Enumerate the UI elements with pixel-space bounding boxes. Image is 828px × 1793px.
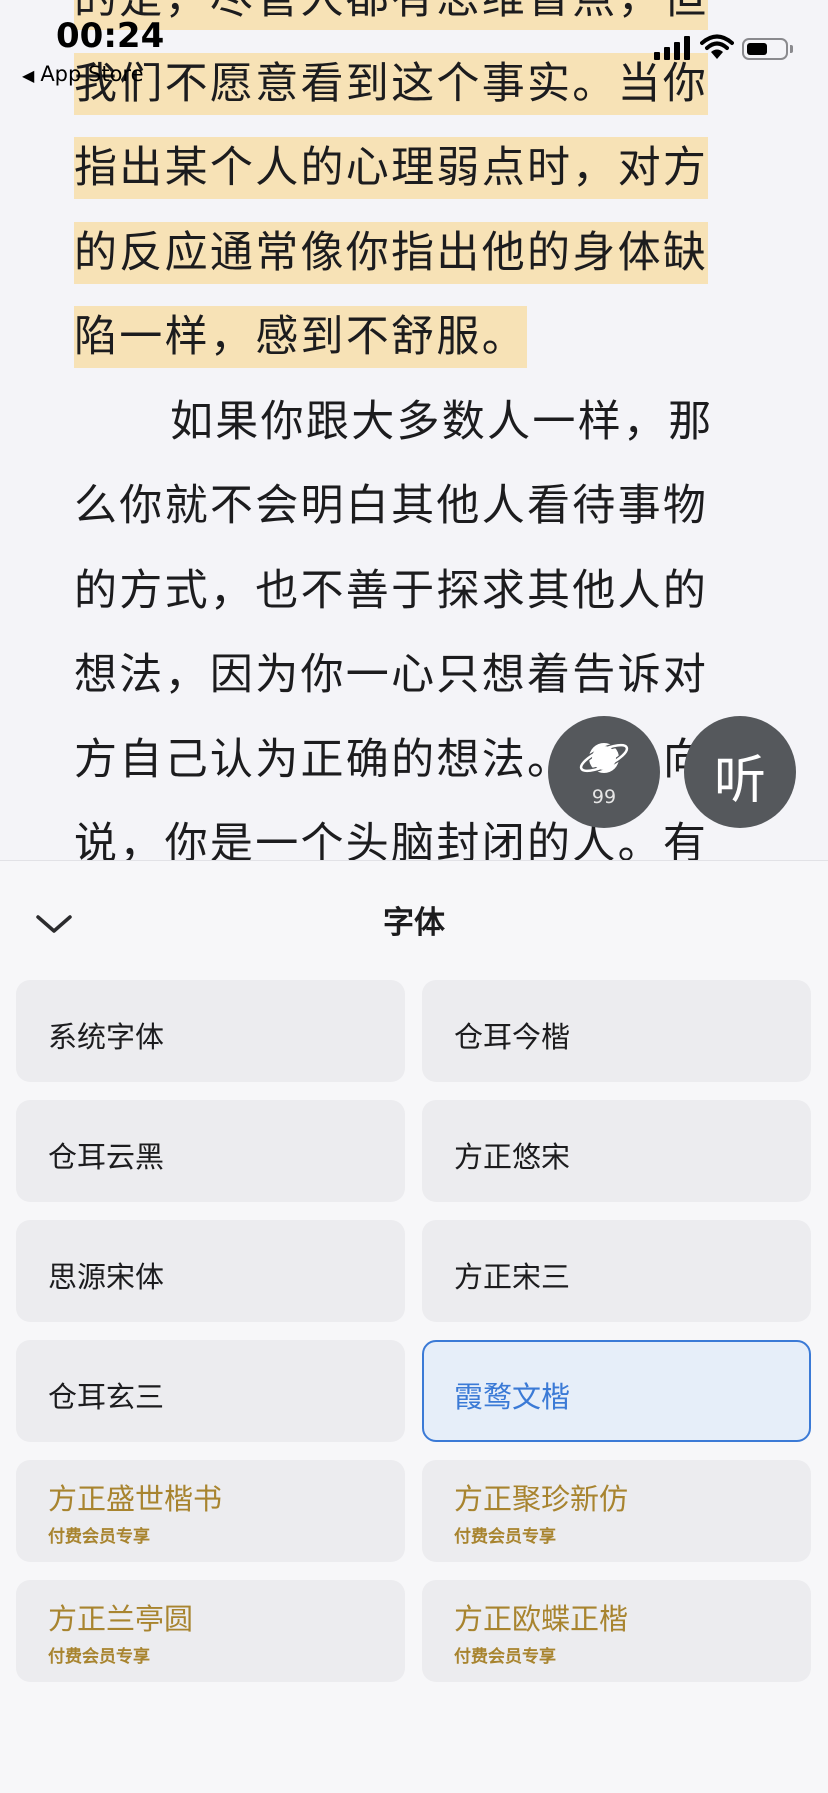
premium-badge: 付费会员专享 — [454, 1527, 556, 1547]
status-bar: 00:24 ◀ App Store — [0, 0, 828, 92]
text-line: 想法，因为你一心只想着告诉对 — [74, 650, 709, 700]
premium-font-option[interactable]: 方正盛世楷书 付费会员专享 — [16, 1460, 405, 1562]
font-name: 思源宋体 — [48, 1260, 165, 1294]
font-name: 霞鹜文楷 — [454, 1380, 571, 1414]
font-name: 方正盛世楷书 — [48, 1482, 223, 1516]
planet-button[interactable]: 99 — [548, 716, 660, 828]
font-option[interactable]: 方正宋三 — [422, 1220, 811, 1322]
panel-title: 字体 — [383, 905, 445, 941]
font-name: 方正悠宋 — [454, 1140, 571, 1174]
font-option[interactable]: 方正悠宋 — [422, 1100, 811, 1202]
planet-count: 99 — [591, 786, 617, 808]
text-line: 么你就不会明白其他人看待事物 — [74, 481, 709, 531]
font-name: 方正兰亭圆 — [48, 1602, 194, 1636]
font-name: 仓耳玄三 — [48, 1380, 165, 1414]
premium-badge: 付费会员专享 — [454, 1647, 556, 1667]
font-name: 仓耳云黑 — [48, 1140, 165, 1174]
text-line: 说，你是一个头脑封闭的人。有 — [74, 819, 709, 860]
premium-badge: 付费会员专享 — [48, 1647, 150, 1667]
font-option[interactable]: 仓耳今楷 — [422, 980, 811, 1082]
planet-icon — [578, 742, 630, 774]
font-option-selected[interactable]: 霞鹜文楷 — [422, 1340, 811, 1442]
text-line: 的反应通常像你指出他的身体缺 — [74, 211, 746, 296]
premium-font-option[interactable]: 方正聚珍新仿 付费会员专享 — [422, 1460, 811, 1562]
font-name: 方正欧蝶正楷 — [454, 1602, 629, 1636]
back-app-label: App Store — [40, 62, 144, 86]
font-name: 方正宋三 — [454, 1260, 571, 1294]
font-option[interactable]: 仓耳玄三 — [16, 1340, 405, 1442]
listen-label: 听 — [713, 751, 766, 811]
back-arrow-icon: ◀ — [22, 66, 35, 85]
font-option[interactable]: 系统字体 — [16, 980, 405, 1082]
text-line: 指出某个人的心理弱点时，对方 — [74, 126, 746, 211]
font-name: 仓耳今楷 — [454, 1020, 571, 1054]
font-panel: 字体 系统字体 仓耳今楷 仓耳云黑 方正悠宋 思源宋体 方正宋三 仓耳玄三 霞鹜… — [0, 860, 828, 1793]
premium-badge: 付费会员专享 — [48, 1527, 150, 1547]
font-name: 系统字体 — [48, 1020, 165, 1054]
premium-font-option[interactable]: 方正欧蝶正楷 付费会员专享 — [422, 1580, 811, 1682]
status-time: 00:24 — [56, 16, 165, 56]
text-line: 如果你跟大多数人一样，那 — [170, 396, 714, 447]
font-name: 方正聚珍新仿 — [454, 1482, 629, 1516]
battery-tip — [790, 45, 793, 53]
back-to-app-link[interactable]: ◀ App Store — [22, 62, 144, 86]
reader-page: 的是，尽管人都有思维盲点，但 我们不愿意看到这个事实。当你 指出某个人的心理弱点… — [0, 0, 828, 860]
text-line: 的方式，也不善于探求其他人的 — [74, 565, 709, 616]
listen-button[interactable]: 听 — [684, 716, 796, 828]
font-option[interactable]: 仓耳云黑 — [16, 1100, 405, 1202]
wifi-icon — [700, 34, 734, 59]
font-option[interactable]: 思源宋体 — [16, 1220, 405, 1322]
book-text[interactable]: 的是，尽管人都有思维盲点，但 我们不愿意看到这个事实。当你 指出某个人的心理弱点… — [74, 0, 746, 860]
cellular-signal-icon — [654, 36, 692, 60]
battery-icon — [742, 38, 788, 60]
premium-font-option[interactable]: 方正兰亭圆 付费会员专享 — [16, 1580, 405, 1682]
text-line: 陷一样，感到不舒服。 — [74, 295, 746, 380]
